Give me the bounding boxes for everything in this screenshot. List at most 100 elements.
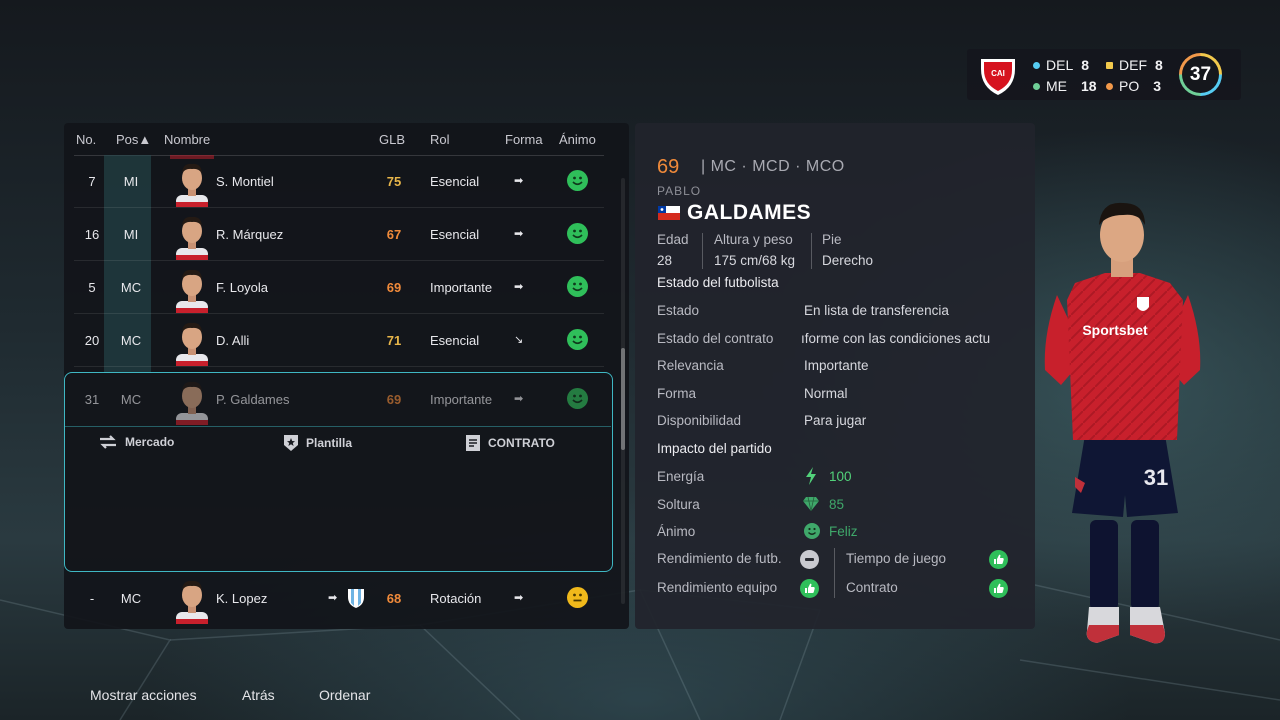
- scrollbar-thumb[interactable]: [621, 348, 625, 450]
- row-player-name: R. Márquez: [216, 227, 284, 242]
- table-row[interactable]: 16 MI R. Márquez 67 Esencial ➡: [74, 208, 604, 261]
- squad-button[interactable]: Plantilla: [283, 434, 352, 452]
- shorts-number: 31: [1144, 465, 1168, 490]
- thumbs-up-icon: [989, 579, 1008, 598]
- availability-label: Disponibilidad: [657, 413, 742, 428]
- row-form-arrow-icon: ➡: [514, 281, 524, 293]
- sharpness-label: Soltura: [657, 497, 700, 512]
- squad-list-panel: No. Pos▲ Nombre GLB Rol Forma Ánimo 7 MI S…: [64, 123, 629, 629]
- status-section-title: Estado del futbolista: [657, 275, 779, 290]
- shirt-sponsor: Sportsbet: [1082, 322, 1148, 338]
- header-forma[interactable]: Forma: [505, 132, 543, 147]
- row-form-arrow-icon: ➡: [514, 592, 524, 604]
- diamond-icon: [803, 497, 819, 511]
- count-me-label: ME: [1046, 78, 1067, 94]
- del-dot-icon: [1033, 61, 1040, 69]
- status-label: Estado: [657, 303, 700, 318]
- contract-button[interactable]: CONTRATO: [465, 434, 555, 452]
- happy-face-icon: [804, 523, 820, 539]
- row-overall: 75: [386, 174, 402, 189]
- table-row[interactable]: 7 MI S. Montiel 75 Esencial ➡: [74, 155, 604, 208]
- player-avatar: [176, 163, 208, 207]
- document-icon: [466, 435, 480, 451]
- age-label: Edad: [657, 232, 689, 247]
- sort-button[interactable]: Ordenar: [319, 687, 370, 703]
- player-model: 31 Sportsbet: [1044, 202, 1201, 644]
- header-glb[interactable]: GLB: [379, 132, 405, 147]
- row-overall: 69: [386, 280, 402, 295]
- lightning-icon: [806, 467, 816, 485]
- scrolled-avatar-sliver: [170, 155, 214, 159]
- row-role: Esencial: [430, 174, 480, 189]
- loan-club-crest-icon: [348, 589, 364, 608]
- player-avatar: [176, 216, 208, 260]
- squad-header: No. Pos▲ Nombre GLB Rol Forma Ánimo: [64, 123, 629, 155]
- count-del-value: 8: [1081, 57, 1090, 73]
- count-def-value: 8: [1155, 57, 1163, 73]
- header-animo[interactable]: Ánimo: [559, 132, 596, 147]
- svg-text:CAI: CAI: [991, 69, 1005, 78]
- age-value: 28: [657, 253, 673, 268]
- row-number: 20: [84, 333, 100, 348]
- contract-status-label: Estado del contrato: [657, 331, 774, 346]
- morale-label: Ánimo: [657, 524, 696, 539]
- row-player-name: D. Alli: [216, 333, 250, 348]
- row-player-name: S. Montiel: [216, 174, 274, 189]
- row-number: 16: [84, 227, 100, 242]
- height-weight-value: 175 cm/68 kg: [714, 253, 796, 268]
- header-no[interactable]: No.: [76, 132, 96, 147]
- foot-label: Pie: [822, 232, 842, 247]
- availability-value: Para jugar: [804, 413, 867, 428]
- row-number: 5: [88, 280, 96, 295]
- thumbs-up-icon: [800, 579, 819, 598]
- back-button[interactable]: Atrás: [242, 687, 275, 703]
- form-value: Normal: [804, 386, 848, 401]
- po-dot-icon: [1106, 82, 1113, 90]
- table-row[interactable]: 5 MC F. Loyola 69 Importante ➡: [74, 261, 604, 314]
- thumbs-up-icon: [989, 550, 1008, 569]
- shield-star-icon: [284, 435, 298, 451]
- market-button[interactable]: Mercado: [98, 434, 174, 450]
- team-performance-label: Rendimiento equipo: [657, 580, 778, 595]
- header-name[interactable]: Nombre: [164, 132, 210, 147]
- team-overall-value: 37: [1182, 56, 1219, 93]
- row-overall: 67: [386, 227, 402, 242]
- relevance-value: Importante: [804, 358, 869, 373]
- header-pos[interactable]: Pos▲: [116, 132, 151, 147]
- table-row[interactable]: 20 MC D. Alli 71 Esencial ↘: [74, 314, 604, 367]
- sharpness-value: 85: [829, 497, 845, 512]
- me-dot-icon: [1033, 82, 1040, 90]
- selected-player-row[interactable]: Mercado Plantilla CONTRATO: [64, 372, 613, 572]
- neutral-face-icon: [567, 587, 588, 608]
- player-last-name: GALDAMES: [687, 201, 812, 224]
- row-player-name: K. Lopez: [216, 591, 268, 606]
- def-dot-icon: [1106, 61, 1113, 69]
- club-summary: CAI DEL 8 DEF 8 ME 18 PO 3 37: [967, 49, 1241, 100]
- count-def: DEF 8: [1106, 57, 1163, 73]
- relevance-label: Relevancia: [657, 358, 724, 373]
- morale-value: Feliz: [829, 524, 858, 539]
- club-crest-icon: CAI: [981, 59, 1015, 95]
- row-position: MC: [120, 591, 142, 606]
- count-me: ME 18: [1033, 78, 1097, 94]
- show-actions-button[interactable]: Mostrar acciones: [90, 687, 197, 703]
- table-row[interactable]: - MC K. Lopez 68 Rotación ➡ ➡: [74, 572, 604, 625]
- row-form-arrow-icon: ➡: [514, 175, 524, 187]
- row-form-arrow-icon: ↘: [514, 334, 524, 346]
- player-overall: 69: [657, 156, 680, 178]
- player-detail-panel: 69 | MC · MCD · MCO PABLO GALDAMES Edad …: [635, 123, 1035, 629]
- team-overall-ring: 37: [1179, 53, 1222, 96]
- row-overall: 68: [386, 591, 402, 606]
- player-avatar: [176, 322, 208, 366]
- form-label: Forma: [657, 386, 697, 401]
- player-performance-label: Rendimiento de futb.: [657, 551, 782, 566]
- row-number: -: [89, 591, 95, 606]
- energy-label: Energía: [657, 469, 705, 484]
- row-role: Importante: [430, 280, 493, 295]
- impact-section-title: Impacto del partido: [657, 441, 772, 456]
- happy-face-icon: [567, 276, 588, 297]
- header-rol[interactable]: Rol: [430, 132, 450, 147]
- player-first-name: PABLO: [657, 184, 702, 198]
- happy-face-icon: [567, 329, 588, 350]
- row-position: MC: [120, 333, 142, 348]
